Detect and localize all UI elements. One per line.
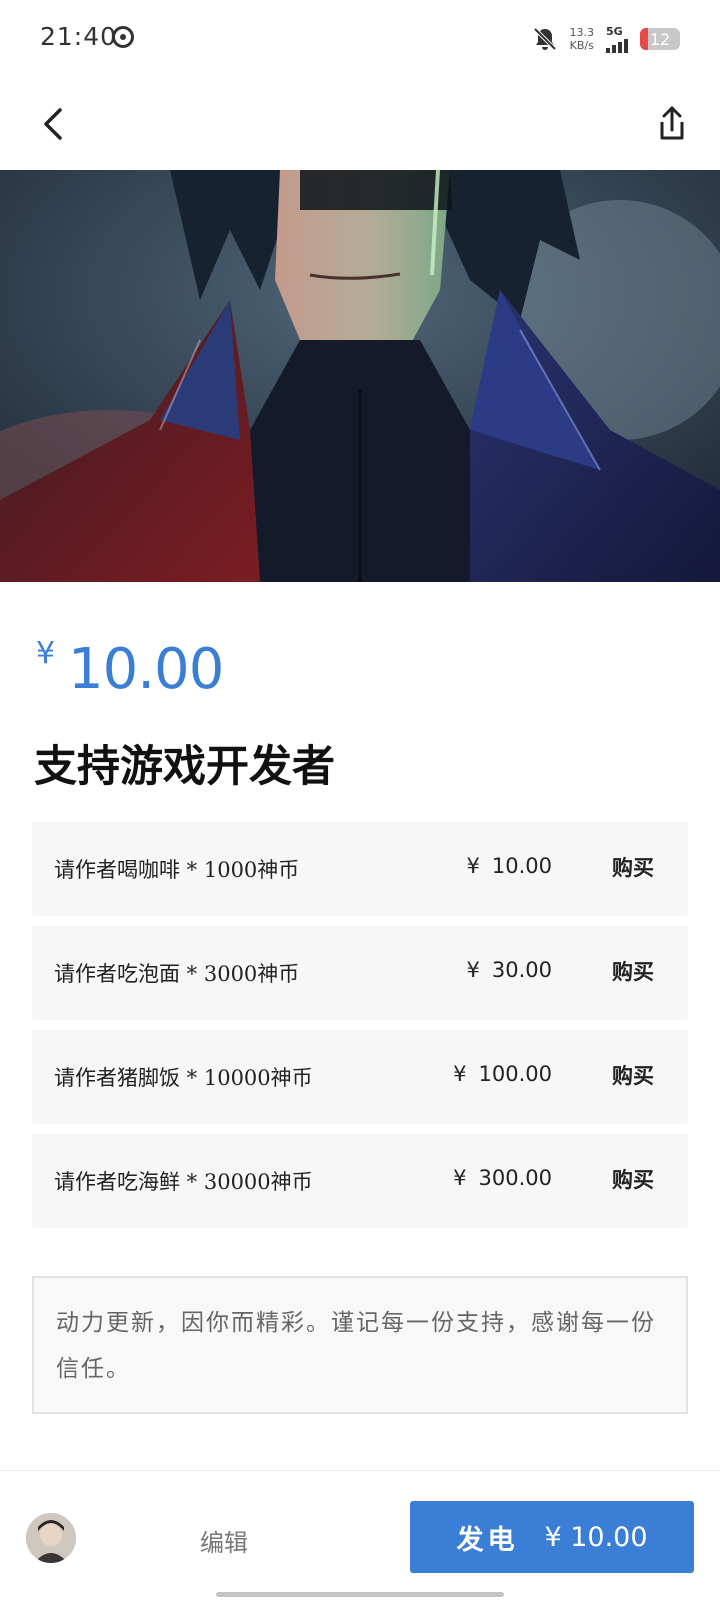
tier-price: ¥10.00	[467, 854, 553, 878]
tier-amount: 100.00	[478, 1062, 552, 1086]
tier-name: 请作者吃海鲜 * 30000神币	[54, 1170, 313, 1194]
tier-item: 请作者喝咖啡 * 1000神币 ¥10.00 购买	[32, 822, 688, 916]
tier-amount: 300.00	[478, 1166, 552, 1190]
tier-price: ¥30.00	[467, 958, 553, 982]
tier-name: 请作者猪脚饭 * 10000神币	[54, 1066, 313, 1090]
price-amount: 10.00	[68, 637, 224, 702]
battery-level: 12	[649, 30, 671, 49]
tier-list: 请作者喝咖啡 * 1000神币 ¥10.00 购买 请作者吃泡面 * 3000神…	[32, 822, 688, 1238]
network-type: 5G	[606, 24, 623, 38]
share-icon	[660, 106, 684, 140]
sync-icon	[112, 26, 134, 48]
hero-image	[0, 170, 720, 582]
tier-amount: 10.00	[491, 854, 552, 878]
tier-amount: 30.00	[491, 958, 552, 982]
buy-button[interactable]: 购买	[612, 1060, 654, 1090]
tier-item: 请作者吃海鲜 * 30000神币 ¥300.00 购买	[32, 1134, 688, 1228]
tier-currency: ¥	[466, 958, 480, 982]
top-nav	[0, 80, 720, 168]
buy-button[interactable]: 购买	[612, 1164, 654, 1194]
donate-button[interactable]: 发电 ¥ 10.00	[410, 1501, 694, 1573]
back-button[interactable]	[34, 102, 78, 146]
status-indicators: 13.3 KB/s 5G 12	[532, 22, 680, 56]
speed-value: 13.3	[569, 26, 595, 39]
share-button[interactable]	[648, 100, 696, 148]
status-bar: 21:40 13.3 KB/s 5G 12	[0, 0, 720, 78]
mute-bell-icon	[532, 26, 558, 52]
tier-item: 请作者猪脚饭 * 10000神币 ¥100.00 购买	[32, 1030, 688, 1124]
speed-unit: KB/s	[569, 39, 594, 52]
tier-currency: ¥	[466, 854, 480, 878]
tier-name: 请作者吃泡面 * 3000神币	[54, 962, 300, 986]
bottom-action-bar: 编辑 发电 ¥ 10.00	[0, 1470, 720, 1601]
buy-button[interactable]: 购买	[612, 956, 654, 986]
donate-label: 发电	[456, 1524, 519, 1556]
home-indicator[interactable]	[216, 1592, 504, 1597]
buy-button[interactable]: 购买	[612, 852, 654, 882]
battery-icon: 12	[640, 28, 680, 50]
tier-price: ¥100.00	[453, 1062, 552, 1086]
tier-item: 请作者吃泡面 * 3000神币 ¥30.00 购买	[32, 926, 688, 1020]
thanks-message: 动力更新，因你而精彩。谨记每一份支持，感谢每一份信任。	[32, 1276, 688, 1414]
signal-icon: 5G	[606, 26, 628, 53]
chevron-left-icon	[44, 108, 62, 140]
price-currency: ¥	[36, 636, 56, 671]
network-speed: 13.3 KB/s	[570, 26, 595, 52]
donate-amount: ¥ 10.00	[544, 1521, 648, 1553]
page-title: 支持游戏开发者	[34, 742, 335, 792]
status-time: 21:40	[40, 22, 118, 51]
tier-currency: ¥	[453, 1166, 467, 1190]
tier-price: ¥300.00	[453, 1166, 552, 1190]
tier-name: 请作者喝咖啡 * 1000神币	[54, 858, 300, 882]
tier-currency: ¥	[453, 1062, 467, 1086]
edit-button[interactable]: 编辑	[200, 1523, 248, 1558]
avatar[interactable]	[26, 1513, 76, 1563]
